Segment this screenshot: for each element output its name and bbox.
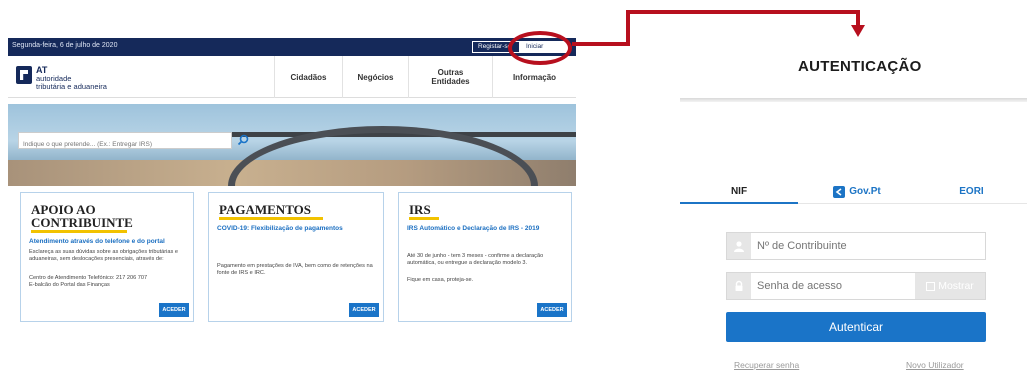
card-title-line-2: CONTRIBUINTE xyxy=(31,215,133,230)
card-title: PAGAMENTOS xyxy=(219,202,311,217)
search-icon xyxy=(237,134,249,145)
card-subtitle: COVID-19: Flexibilização de pagamentos xyxy=(217,225,343,232)
card-title: APOIO AO CONTRIBUINTE xyxy=(31,203,133,229)
portal-navbar: AT autoridade tributária e aduaneira Cid… xyxy=(8,56,576,98)
tab-gov-pt-label: Gov.Pt xyxy=(849,186,881,197)
nif-field xyxy=(726,232,986,260)
tab-eori[interactable]: EORI xyxy=(916,180,1027,204)
card-text: Esclareça as suas dúvidas sobre as obrig… xyxy=(29,249,178,262)
card-text: Pagamento em prestações de IVA, bem como… xyxy=(217,263,373,276)
aceder-button[interactable]: ACEDER xyxy=(159,303,189,317)
portal-search-input[interactable] xyxy=(19,137,231,152)
aceder-button[interactable]: ACEDER xyxy=(349,303,379,317)
auth-title: AUTENTICAÇÃO xyxy=(798,58,922,75)
callout-arrow-segment xyxy=(856,10,860,26)
password-input[interactable] xyxy=(757,273,937,299)
card-underline xyxy=(31,230,127,233)
user-icon xyxy=(727,233,751,259)
new-user-link[interactable]: Novo Utilizador xyxy=(906,360,964,370)
logo-line-3: tributária e aduaneira xyxy=(36,82,107,91)
card-subtitle: Atendimento através do telefone e do por… xyxy=(29,238,165,245)
tab-nif-label: NIF xyxy=(730,185,748,197)
password-field: Mostrar xyxy=(726,272,986,300)
card-underline xyxy=(219,217,323,220)
recover-password-link[interactable]: Recuperar senha xyxy=(734,360,799,370)
nav-negocios[interactable]: Negócios xyxy=(342,56,408,98)
card-text: Fique em casa, proteja-se. xyxy=(407,277,474,283)
card-irs: IRS IRS Automático e Declaração de IRS -… xyxy=(398,192,572,322)
callout-arrow-segment xyxy=(572,42,628,46)
card-subtitle: IRS Automático e Declaração de IRS - 201… xyxy=(407,225,540,232)
portal-topbar: Segunda-feira, 6 de julho de 2020 Regist… xyxy=(8,38,576,60)
card-title: IRS xyxy=(409,202,431,217)
tab-nif[interactable]: NIF xyxy=(680,180,798,204)
show-password-toggle[interactable]: Mostrar xyxy=(915,273,985,299)
checkbox-icon xyxy=(926,281,936,291)
card-text: E-balcão do Portal das Finanças xyxy=(29,282,110,288)
card-pagamentos: PAGAMENTOS COVID-19: Flexibilização de p… xyxy=(208,192,384,322)
portal-screenshot: Segunda-feira, 6 de julho de 2020 Regist… xyxy=(8,38,576,338)
tab-eori-label: EORI xyxy=(959,186,984,197)
tab-gov-pt[interactable]: Gov.Pt xyxy=(798,180,916,204)
portal-search-button[interactable] xyxy=(234,130,252,149)
show-password-label: Mostrar xyxy=(938,280,974,292)
nif-input[interactable] xyxy=(757,233,937,259)
auth-divider xyxy=(680,98,1027,102)
lock-icon xyxy=(727,273,751,299)
hero-banner xyxy=(8,104,576,186)
callout-arrow-segment xyxy=(626,10,630,46)
gov-pt-icon xyxy=(833,185,846,198)
portal-date: Segunda-feira, 6 de julho de 2020 xyxy=(12,42,118,49)
card-text: Centro de Atendimento Telefónico: 217 20… xyxy=(29,275,148,281)
login-highlight-circle xyxy=(508,31,572,65)
callout-arrow-segment xyxy=(626,10,858,14)
card-underline xyxy=(409,217,439,220)
portal-search-box xyxy=(18,132,232,152)
arrow-down-icon xyxy=(851,25,865,37)
aceder-button[interactable]: ACEDER xyxy=(537,303,567,317)
card-apoio-contribuinte: APOIO AO CONTRIBUINTE Atendimento atravé… xyxy=(20,192,194,322)
at-logo-icon xyxy=(16,66,32,84)
authenticate-button[interactable]: Autenticar xyxy=(726,312,986,342)
at-logo[interactable]: AT autoridade tributária e aduaneira xyxy=(16,65,156,92)
nav-outras-entidades[interactable]: Outras Entidades xyxy=(408,56,492,98)
card-text: Até 30 de junho - tem 3 meses - confirme… xyxy=(407,253,544,266)
nav-cidadaos[interactable]: Cidadãos xyxy=(274,56,342,98)
